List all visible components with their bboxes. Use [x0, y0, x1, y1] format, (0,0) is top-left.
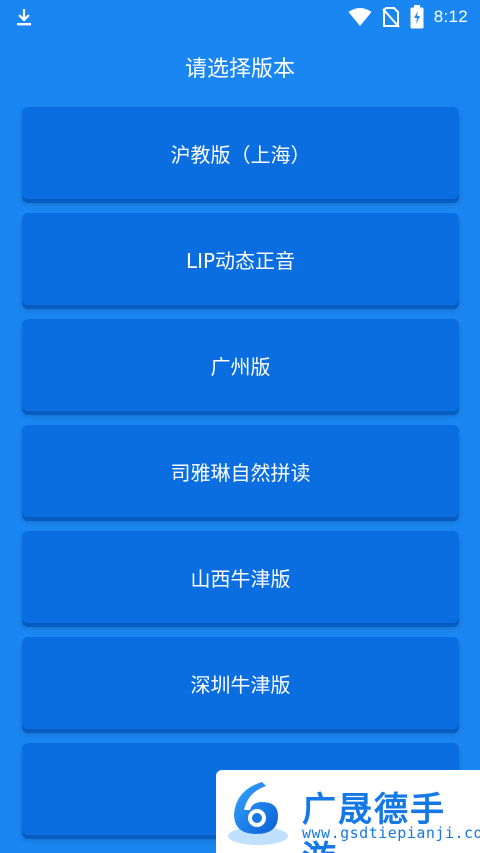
brand-url: www.gsdtiepianji.com	[302, 824, 480, 842]
status-bar: 8:12	[0, 0, 480, 34]
brand-name: 广晟德手游	[302, 790, 446, 853]
version-label: LIP动态正音	[185, 248, 296, 273]
page-title: 请选择版本	[184, 57, 295, 82]
version-label: 深圳牛津版	[190, 672, 291, 697]
version-label: 司雅琳自然拼读	[170, 460, 311, 485]
app-screen: 8:12 请选择版本 沪教版（上海） LIP动态正音 广州版 司雅琳自然拼读 山…	[0, 0, 480, 853]
version-button-lip[interactable]: LIP动态正音	[22, 213, 459, 305]
version-list: 沪教版（上海） LIP动态正音 广州版 司雅琳自然拼读 山西牛津版 深圳牛津版 …	[22, 107, 459, 849]
version-button-shanxi-oxford[interactable]: 山西牛津版	[22, 531, 459, 623]
version-label: 沪教版（上海）	[170, 142, 311, 167]
watermark-badge: 广晟德手游 www.gsdtiepianji.com	[216, 770, 480, 853]
battery-charging-icon	[410, 5, 424, 29]
download-icon	[17, 9, 31, 26]
no-sim-icon	[381, 7, 400, 28]
version-label: 广州版	[210, 354, 271, 379]
version-button-shenzhen-oxford[interactable]: 深圳牛津版	[22, 637, 459, 729]
version-button-guangzhou[interactable]: 广州版	[22, 319, 459, 411]
clock: 8:12	[433, 7, 468, 26]
status-icons: 8:12	[348, 5, 468, 29]
version-button-hujiao[interactable]: 沪教版（上海）	[22, 107, 459, 199]
wifi-icon	[348, 8, 372, 26]
version-button-phonics[interactable]: 司雅琳自然拼读	[22, 425, 459, 517]
version-label: 山西牛津版	[190, 566, 291, 591]
brand-logo-icon	[228, 782, 288, 845]
